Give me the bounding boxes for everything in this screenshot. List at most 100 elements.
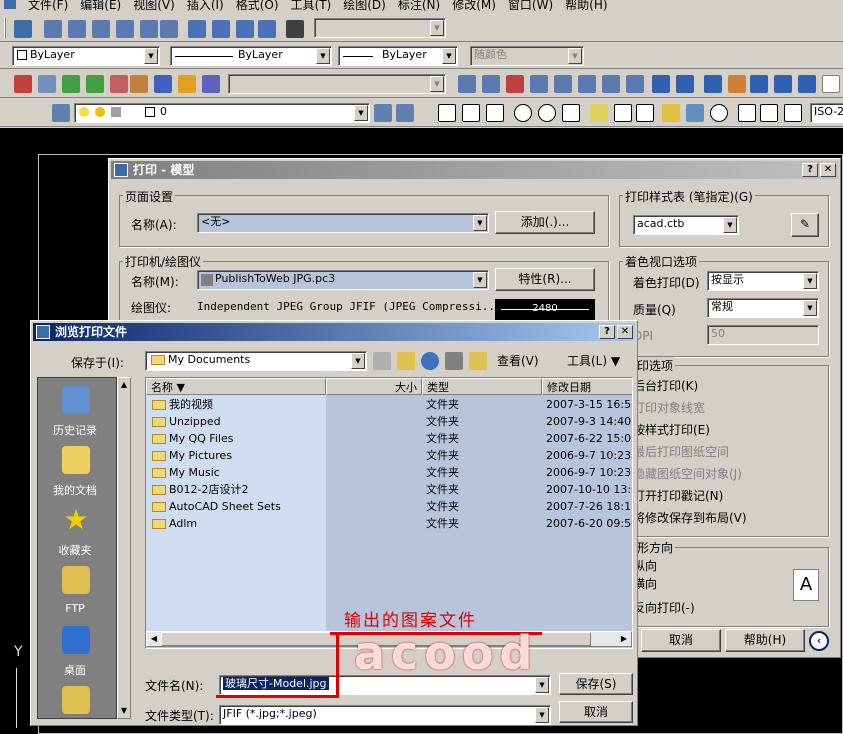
up-folder-icon[interactable]	[397, 352, 415, 370]
help-icon[interactable]: ?	[599, 325, 615, 339]
browse-cancel-button[interactable]: 取消	[559, 701, 633, 723]
new-icon[interactable]	[14, 20, 32, 38]
dim-update-icon[interactable]	[784, 104, 802, 122]
properties-icon[interactable]	[130, 75, 148, 93]
col-date[interactable]: 修改日期	[542, 378, 632, 395]
ordinate-dim-icon[interactable]	[486, 104, 504, 122]
dpi-field[interactable]: 50	[707, 325, 819, 345]
close-icon[interactable]: ✕	[820, 163, 836, 177]
plot-option-checkbox[interactable]: 打开打印戳记(N)	[633, 487, 723, 504]
my-documents-place[interactable]: 我的文档	[38, 446, 112, 498]
search-icon[interactable]	[421, 352, 439, 370]
cylinder-icon[interactable]	[704, 75, 722, 93]
wedge-icon[interactable]	[750, 75, 768, 93]
aligned-dim-icon[interactable]	[462, 104, 480, 122]
baseline-dim-icon[interactable]	[614, 104, 632, 122]
cube-back-icon[interactable]	[160, 20, 178, 38]
plot-style-select[interactable]: acad.ctb ▼	[633, 215, 739, 235]
menu-item[interactable]: 修改(M)	[446, 0, 502, 12]
plot-option-checkbox[interactable]: 打印对象线宽	[633, 399, 705, 416]
printer-select[interactable]: PublishToWeb JPG.pc3 ▼	[197, 270, 489, 290]
back-icon[interactable]	[373, 352, 391, 370]
pan-icon[interactable]	[62, 75, 80, 93]
union-icon[interactable]	[458, 75, 476, 93]
radius-dim-icon[interactable]	[514, 104, 532, 122]
intersect-icon[interactable]	[506, 75, 524, 93]
box-icon[interactable]	[652, 75, 670, 93]
menu-item[interactable]: 插入(I)	[181, 0, 230, 12]
move-face-icon[interactable]	[554, 75, 572, 93]
cone-icon[interactable]	[728, 75, 746, 93]
dim-text-edit-icon[interactable]	[760, 104, 778, 122]
file-row[interactable]: My Music 文件夹 2006-9-7 10:23	[146, 464, 632, 481]
file-row[interactable]: My Pictures 文件夹 2006-9-7 10:23	[146, 447, 632, 464]
continue-dim-icon[interactable]	[636, 104, 654, 122]
ftp-place[interactable]: FTP	[38, 566, 112, 615]
plot-option-checkbox[interactable]: 按样式打印(E)	[633, 421, 710, 438]
history-place[interactable]: 历史记录	[38, 386, 112, 438]
sphere-icon[interactable]	[676, 75, 694, 93]
menu-item[interactable]: 编辑(E)	[74, 0, 127, 12]
menu-item[interactable]: 标注(N)	[392, 0, 446, 12]
zoom-window-icon[interactable]	[86, 75, 104, 93]
help-icon[interactable]: ?	[802, 163, 818, 177]
torus-icon[interactable]	[774, 75, 792, 93]
delete-icon[interactable]	[445, 352, 463, 370]
menu-item[interactable]: 视图(V)	[127, 0, 181, 12]
page-setup-name-select[interactable]: <无> ▼	[197, 213, 489, 233]
save-in-select[interactable]: My Documents ▼	[145, 351, 367, 371]
dim-edit-icon[interactable]	[738, 104, 756, 122]
layer-previous-icon[interactable]	[374, 104, 392, 122]
zoom-prev-icon[interactable]	[110, 75, 128, 93]
tolerance-icon[interactable]	[686, 104, 704, 122]
menu-item[interactable]: 文件(F)	[22, 0, 74, 12]
planar-icon[interactable]	[798, 75, 816, 93]
center-mark-icon[interactable]	[710, 104, 728, 122]
dimstyle-select[interactable]: ISO-2	[810, 103, 843, 123]
rotate-face-icon[interactable]	[626, 75, 644, 93]
save-button[interactable]: 保存(S)	[559, 673, 633, 695]
linear-dim-icon[interactable]	[438, 104, 456, 122]
delete-face-icon[interactable]	[602, 75, 620, 93]
named-view-select[interactable]: ▼	[228, 74, 446, 94]
shade-plot-select[interactable]: 按显示 ▼	[707, 271, 819, 291]
iso-sw-icon[interactable]	[188, 20, 206, 38]
cube-front-icon[interactable]	[92, 20, 110, 38]
tools-menu[interactable]: 工具(L) ▼	[567, 352, 620, 369]
cube-right-icon[interactable]	[140, 20, 158, 38]
file-row[interactable]: AutoCAD Sheet Sets 文件夹 2007-7-26 18:11	[146, 498, 632, 515]
add-page-setup-button[interactable]: 添加(.)...	[495, 211, 595, 234]
upside-down-checkbox[interactable]: 反向打印(-)	[633, 599, 695, 616]
layer-properties-icon[interactable]	[52, 104, 70, 122]
lineweight-select[interactable]: ByLayer ▼	[338, 46, 458, 66]
diameter-dim-icon[interactable]	[538, 104, 556, 122]
layer-select[interactable]: 0 ▼	[74, 103, 370, 123]
plot-cancel-button[interactable]: 取消	[641, 629, 721, 652]
places-scrollbar[interactable]: ▲ ▼	[117, 377, 131, 719]
file-row[interactable]: 我的视频 文件夹 2007-3-15 16:56	[146, 396, 632, 413]
menu-item[interactable]: 格式(O)	[230, 0, 285, 12]
iso-se-icon[interactable]	[212, 20, 230, 38]
file-row[interactable]: My QQ Files 文件夹 2007-6-22 15:05	[146, 430, 632, 447]
col-type[interactable]: 类型	[422, 378, 542, 395]
cube-top-icon[interactable]	[68, 20, 86, 38]
camera-icon[interactable]	[286, 20, 304, 38]
file-row[interactable]: Adlm 文件夹 2007-6-20 09:50	[146, 515, 632, 532]
file-row[interactable]: Unzipped 文件夹 2007-9-3 14:40	[146, 413, 632, 430]
subtract-icon[interactable]	[482, 75, 500, 93]
favorites-place[interactable]: ★ 收藏夹	[38, 506, 112, 558]
menu-item[interactable]: 绘图(D)	[337, 0, 392, 12]
plotstyle-select[interactable]: 随颜色 ▼	[470, 46, 584, 66]
quality-select[interactable]: 常规 ▼	[707, 298, 819, 318]
helix-icon[interactable]	[822, 75, 840, 93]
linetype-select[interactable]: ByLayer ▼	[170, 46, 332, 66]
zoom-realtime-icon[interactable]	[38, 75, 56, 93]
offset-face-icon[interactable]	[578, 75, 596, 93]
quick-dim-icon[interactable]	[590, 104, 608, 122]
iso-nw-icon[interactable]	[258, 20, 276, 38]
menu-item[interactable]: 窗口(W)	[502, 0, 559, 12]
extrude-face-icon[interactable]	[530, 75, 548, 93]
collapse-arrow-icon[interactable]: ‹	[809, 631, 829, 651]
plot-help-button[interactable]: 帮助(H)	[725, 629, 805, 652]
view-select[interactable]: ▼	[314, 18, 446, 38]
